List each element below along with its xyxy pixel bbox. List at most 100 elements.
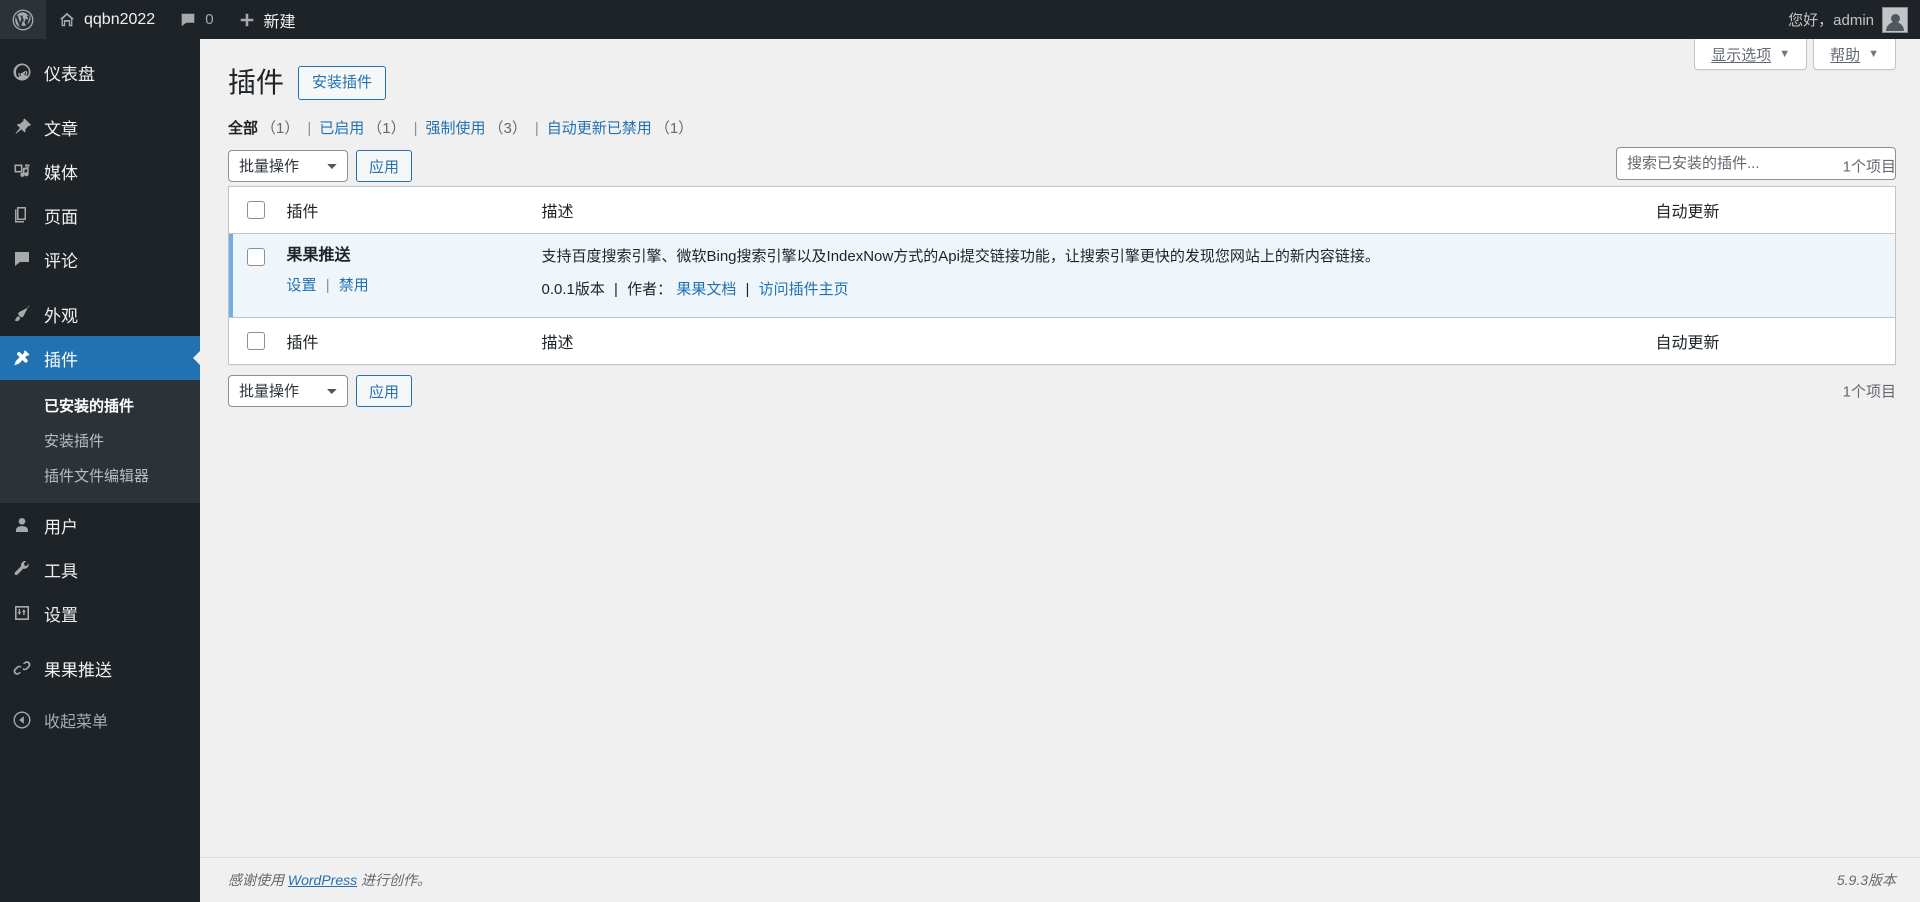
plugin-status-filters: 全部 （1） | 已启用 （1） | 强制使用 （3） | 自动更新已禁用 （1… — [228, 117, 1896, 138]
collapse-menu-button[interactable]: 收起菜单 — [0, 700, 200, 740]
avatar — [1882, 6, 1908, 33]
plugin-settings-link[interactable]: 设置 — [287, 277, 317, 294]
adminbar-howdy-label: 您好，admin — [1788, 12, 1874, 29]
bulk-action-select-top[interactable]: 批量操作 — [228, 150, 348, 183]
adminbar-spacer — [308, 0, 1777, 39]
adminbar-wp-logo[interactable] — [0, 0, 46, 39]
sidebar-item-appearance[interactable]: 外观 — [0, 292, 200, 336]
submenu-item-installed-plugins[interactable]: 已安装的插件 — [0, 389, 200, 424]
plugin-author-prefix: 作者： — [627, 281, 673, 299]
collapse-arrow-icon — [0, 710, 44, 730]
plugin-name: 果果推送 — [286, 247, 351, 265]
select-all-checkbox-bottom[interactable] — [247, 332, 265, 351]
plugin-plug-icon — [0, 348, 44, 368]
comments-icon — [0, 249, 44, 269]
sidebar-item-media[interactable]: 媒体 — [0, 149, 200, 193]
sidebar-item-label: 设置 — [44, 605, 78, 625]
menu-separator-3 — [0, 635, 200, 646]
sidebar-item-label: 评论 — [44, 251, 78, 271]
plugins-table-head: 插件 描述 自动更新 — [228, 186, 1896, 235]
adminbar-site-name[interactable]: qqbn2022 — [46, 0, 167, 39]
sidebar-item-label: 页面 — [44, 207, 78, 227]
tablenav-bottom: 批量操作 应用 1个项目 — [228, 371, 1896, 411]
sidebar-item-posts[interactable]: 文章 — [0, 105, 200, 149]
submenu-item-plugin-file-editor[interactable]: 插件文件编辑器 — [0, 459, 200, 494]
submenu-item-add-plugin[interactable]: 安装插件 — [0, 424, 200, 459]
add-plugin-button[interactable]: 安装插件 — [298, 66, 387, 101]
column-header-description: 描述 — [531, 186, 1646, 235]
column-header-auto-update: 自动更新 — [1645, 186, 1896, 235]
footer-version: 5.9.3版本 — [1836, 872, 1896, 888]
wordpress-link[interactable]: WordPress — [288, 872, 357, 888]
collapse-menu-label: 收起菜单 — [44, 714, 109, 731]
adminbar-comments[interactable]: 0 — [167, 0, 225, 39]
filter-all-link[interactable]: 全部 — [228, 117, 258, 138]
table-header-row: 插件 描述 自动更新 — [228, 186, 1896, 235]
sidebar-item-label: 仪表盘 — [44, 64, 95, 84]
row-plugin-cell: 果果推送 设置 | 禁用 — [277, 234, 532, 318]
adminbar-comments-count: 0 — [205, 11, 214, 28]
sidebar-item-plugins[interactable]: 插件 — [0, 336, 201, 380]
row-actions: 设置 | 禁用 — [287, 274, 522, 295]
screen-meta-links: 显示选项 ▼ 帮助 ▼ — [1694, 39, 1896, 70]
filter-divider: | — [413, 120, 418, 138]
menu-separator-1 — [0, 94, 200, 105]
filter-autoupdate-disabled-link[interactable]: 自动更新已禁用 — [547, 117, 652, 138]
home-icon — [58, 11, 76, 29]
sidebar-item-label: 用户 — [44, 517, 78, 537]
apply-button-bottom[interactable]: 应用 — [356, 375, 413, 408]
admin-menu-sidebar: 仪表盘 文章 媒体 页面 评论 外观 插件 已安装的插件 安装插件 插件文件编辑… — [0, 39, 201, 902]
admin-footer: 感谢使用 WordPress 进行创作。 5.9.3版本 — [200, 857, 1920, 902]
adminbar-my-account[interactable]: 您好，admin — [1776, 0, 1920, 39]
plugin-meta-separator: | — [614, 281, 618, 299]
row-bottom-spacer — [542, 302, 1636, 312]
help-button[interactable]: 帮助 ▼ — [1813, 39, 1896, 70]
filter-active: 已启用 （1） | — [319, 117, 425, 138]
column-footer-plugin: 插件 — [276, 317, 532, 365]
plugin-meta: 0.0.1版本 | 作者： 果果文档 | 访问插件主页 — [542, 278, 1636, 302]
sidebar-item-pages[interactable]: 页面 — [0, 193, 200, 237]
filter-active-count: （1） — [367, 120, 406, 138]
filter-all: 全部 （1） | — [228, 117, 319, 138]
filter-active-link[interactable]: 已启用 — [319, 117, 364, 138]
filter-autoupdate-disabled-count: （1） — [654, 120, 694, 138]
select-all-checkbox-top[interactable] — [247, 201, 265, 220]
sidebar-item-dashboard[interactable]: 仪表盘 — [0, 50, 200, 94]
column-footer-description: 描述 — [531, 317, 1646, 365]
apply-button-top[interactable]: 应用 — [356, 150, 413, 183]
sidebar-item-comments[interactable]: 评论 — [0, 237, 200, 281]
pin-icon — [0, 117, 44, 137]
bulk-action-select-bottom[interactable]: 批量操作 — [228, 375, 348, 408]
tablenav-top: 批量操作 应用 1个项目 — [228, 146, 1896, 186]
adminbar-new-content[interactable]: 新建 — [226, 0, 308, 39]
table-footer-row: 插件 描述 自动更新 — [228, 317, 1896, 365]
plugin-deactivate-link[interactable]: 禁用 — [339, 277, 369, 294]
plugin-author-link[interactable]: 果果文档 — [676, 281, 736, 298]
admin-bar: qqbn2022 0 新建 您好，admin — [0, 0, 1920, 39]
media-icon — [0, 161, 44, 181]
screen-options-button[interactable]: 显示选项 ▼ — [1694, 39, 1808, 70]
filter-divider: | — [307, 120, 312, 138]
footer-thanks-prefix: 感谢使用 — [228, 872, 288, 888]
sidebar-item-label: 外观 — [44, 306, 78, 326]
displaying-num-bottom: 1个项目 — [1842, 383, 1896, 401]
row-checkbox[interactable] — [247, 248, 265, 267]
row-select-cell — [229, 234, 277, 318]
row-actions-separator: | — [325, 276, 330, 294]
sidebar-item-users[interactable]: 用户 — [0, 503, 200, 547]
help-label: 帮助 — [1830, 46, 1861, 64]
adminbar-new-content-label: 新建 — [263, 13, 296, 31]
sidebar-item-tools[interactable]: 工具 — [0, 547, 200, 591]
table-row: 果果推送 设置 | 禁用 支持百度搜索引擎、微软Bing搜索引擎以及IndexN… — [228, 233, 1896, 318]
plugin-homepage-link[interactable]: 访问插件主页 — [759, 281, 849, 298]
row-description-cell: 支持百度搜索引擎、微软Bing搜索引擎以及IndexNow方式的Api提交链接功… — [532, 234, 1646, 318]
sidebar-item-label: 文章 — [44, 119, 78, 139]
sidebar-item-guoguo-push[interactable]: 果果推送 — [0, 646, 200, 690]
plugins-table-foot: 插件 描述 自动更新 — [228, 317, 1896, 365]
plus-icon — [238, 11, 256, 29]
tools-wrench-icon — [0, 559, 44, 579]
sidebar-item-settings[interactable]: 设置 — [0, 591, 200, 635]
filter-divider: | — [534, 120, 539, 138]
filter-mustuse-link[interactable]: 强制使用 — [426, 117, 486, 138]
wordpress-logo-icon — [12, 9, 34, 31]
